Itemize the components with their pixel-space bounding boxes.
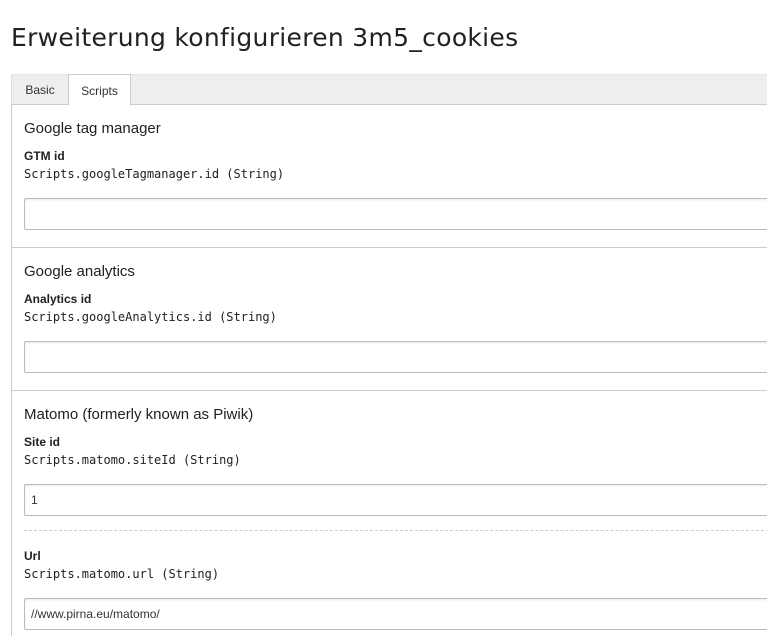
section-matomo: Matomo (formerly known as Piwik) Site id…	[12, 391, 767, 636]
url-input[interactable]	[24, 598, 767, 630]
field-label-site-id: Site id	[24, 435, 61, 449]
gtm-id-input[interactable]	[24, 198, 767, 230]
extension-config-page: Erweiterung konfigurieren 3m5_cookies Ba…	[0, 0, 767, 636]
section-title: Google tag manager	[24, 120, 161, 137]
field-path-url: Scripts.matomo.url (String)	[24, 567, 220, 581]
section-title: Google analytics	[24, 263, 135, 280]
field-path-gtm-id: Scripts.googleTagmanager.id (String)	[24, 167, 285, 181]
field-label-gtm-id: GTM id	[24, 149, 65, 163]
section-title: Matomo (formerly known as Piwik)	[24, 406, 254, 423]
field-path-site-id: Scripts.matomo.siteId (String)	[24, 453, 241, 467]
analytics-id-input[interactable]	[24, 341, 767, 373]
site-id-input[interactable]	[24, 484, 767, 516]
page-title: Erweiterung konfigurieren 3m5_cookies	[11, 23, 519, 52]
tab-content-scripts: Google tag manager GTM id Scripts.google…	[11, 105, 767, 636]
tab-bar: Basic Scripts	[11, 74, 767, 106]
field-label-url: Url	[24, 549, 41, 563]
field-label-analytics-id: Analytics id	[24, 292, 92, 306]
tab-basic[interactable]: Basic	[12, 75, 68, 106]
field-path-analytics-id: Scripts.googleAnalytics.id (String)	[24, 310, 277, 324]
section-google-analytics: Google analytics Analytics id Scripts.go…	[12, 248, 767, 391]
field-divider	[24, 530, 767, 531]
tab-scripts[interactable]: Scripts	[68, 74, 131, 106]
section-google-tag-manager: Google tag manager GTM id Scripts.google…	[12, 105, 767, 248]
